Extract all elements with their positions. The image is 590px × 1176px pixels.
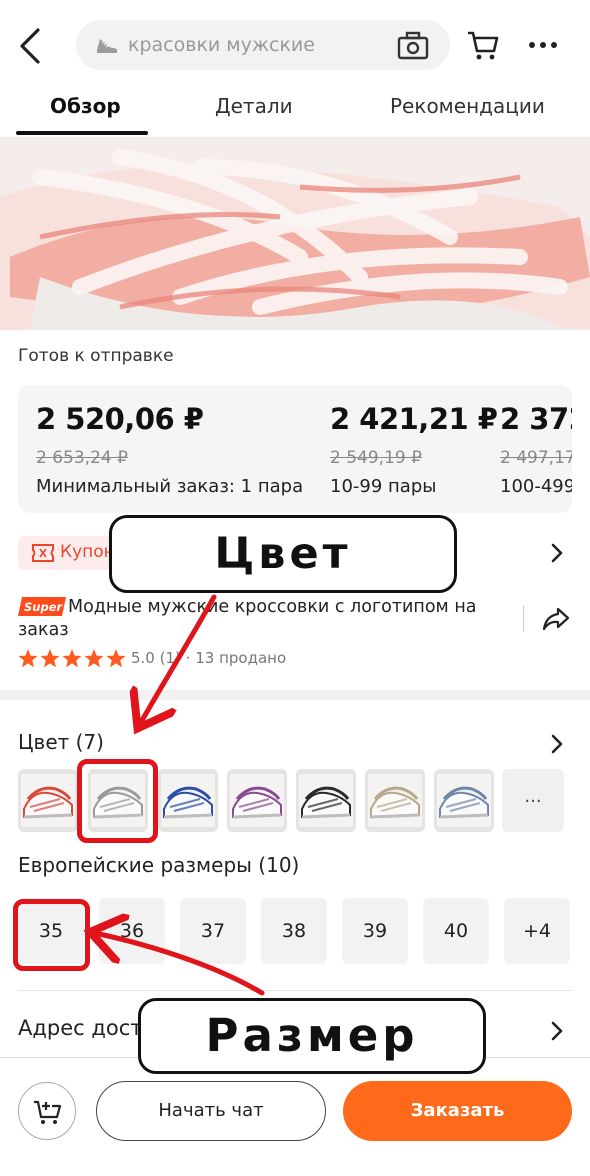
color-highlight [77, 759, 158, 843]
review-count[interactable]: (1) [160, 649, 181, 667]
size-section-title: Европейские размеры (10) [18, 853, 300, 877]
old-price: 2 549,19 ₽ [330, 448, 422, 468]
divider [523, 605, 524, 632]
start-chat-button[interactable]: Начать чат [96, 1081, 326, 1141]
color-swatch-black[interactable] [296, 769, 356, 832]
size-option[interactable]: 38 [261, 898, 327, 964]
cart-icon[interactable] [464, 26, 502, 64]
order-button[interactable]: Заказать [343, 1081, 572, 1141]
add-to-cart-button[interactable] [18, 1082, 76, 1140]
old-price: 2 497,17 [500, 448, 572, 468]
section-separator [0, 690, 590, 700]
coupon-icon [32, 544, 54, 562]
coupon-label: Купон [60, 542, 115, 562]
quantity-range: 100-499 [500, 476, 572, 497]
color-swatch-beige[interactable] [365, 769, 425, 832]
color-swatch-white-blue-grey[interactable] [434, 769, 494, 832]
size-option[interactable]: +4 [504, 898, 570, 964]
quantity-range: 10-99 пары [330, 476, 437, 497]
size-callout: Размер [138, 998, 486, 1074]
price-tiers: 2 520,06 ₽ 2 653,24 ₽ Минимальный заказ:… [18, 385, 572, 513]
old-price: 2 653,24 ₽ [36, 448, 128, 468]
size-option[interactable]: 40 [423, 898, 489, 964]
camera-icon[interactable] [396, 31, 430, 61]
product-page: красовки мужские Обзор Детали Рекомендац… [0, 0, 590, 1176]
size-option[interactable]: 39 [342, 898, 408, 964]
shoe-thumbnail [158, 769, 218, 832]
more-icon[interactable] [527, 33, 559, 57]
shoe-thumbnail [227, 769, 287, 832]
color-callout: Цвет [109, 515, 457, 593]
rating-stars [18, 648, 128, 670]
chevron-right-icon[interactable] [548, 1018, 566, 1044]
back-icon[interactable] [14, 26, 50, 66]
add-to-cart-icon [34, 1100, 62, 1124]
color-swatch-white-blue[interactable] [158, 769, 218, 832]
shoe-thumbnail [296, 769, 356, 832]
size-option[interactable]: 37 [180, 898, 246, 964]
chevron-right-icon[interactable] [548, 541, 566, 565]
more-colors-button[interactable]: ... [502, 769, 564, 832]
price: 2 421,21 ₽ [330, 402, 498, 436]
quantity-range: Минимальный заказ: 1 пара [36, 476, 304, 497]
rating-value: 5.0 [131, 649, 155, 667]
price: 2 372 [500, 402, 572, 436]
sold-count: 13 продано [195, 649, 287, 667]
rating-line: 5.0 (1) · 13 продано [131, 649, 286, 667]
search-bar[interactable]: красовки мужские [76, 20, 450, 70]
shoe-thumbnail [18, 769, 78, 832]
product-title: Модные мужские кроссовки с логотипом на … [18, 597, 477, 640]
shoe-thumbnail [434, 769, 494, 832]
color-swatch-white-purple[interactable] [227, 769, 287, 832]
color-swatch-red-white[interactable] [18, 769, 78, 832]
chevron-right-icon[interactable] [548, 731, 566, 757]
price: 2 520,06 ₽ [36, 402, 204, 436]
tab-details[interactable]: Детали [215, 94, 293, 118]
shoe-icon [94, 33, 120, 57]
tab-recommendations[interactable]: Рекомендации [390, 94, 545, 118]
divider [18, 990, 572, 991]
search-input[interactable]: красовки мужские [128, 34, 315, 56]
rating-separator: · [185, 649, 191, 667]
active-tab-indicator [16, 131, 148, 135]
color-section-title[interactable]: Цвет (7) [18, 730, 104, 754]
shipping-status: Готов к отправке [18, 346, 174, 366]
shoe-thumbnail [365, 769, 425, 832]
product-image[interactable] [0, 137, 590, 330]
size-option[interactable]: 36 [99, 898, 165, 964]
tab-overview[interactable]: Обзор [50, 94, 121, 118]
share-icon[interactable] [541, 606, 571, 632]
size-highlight [13, 899, 90, 971]
